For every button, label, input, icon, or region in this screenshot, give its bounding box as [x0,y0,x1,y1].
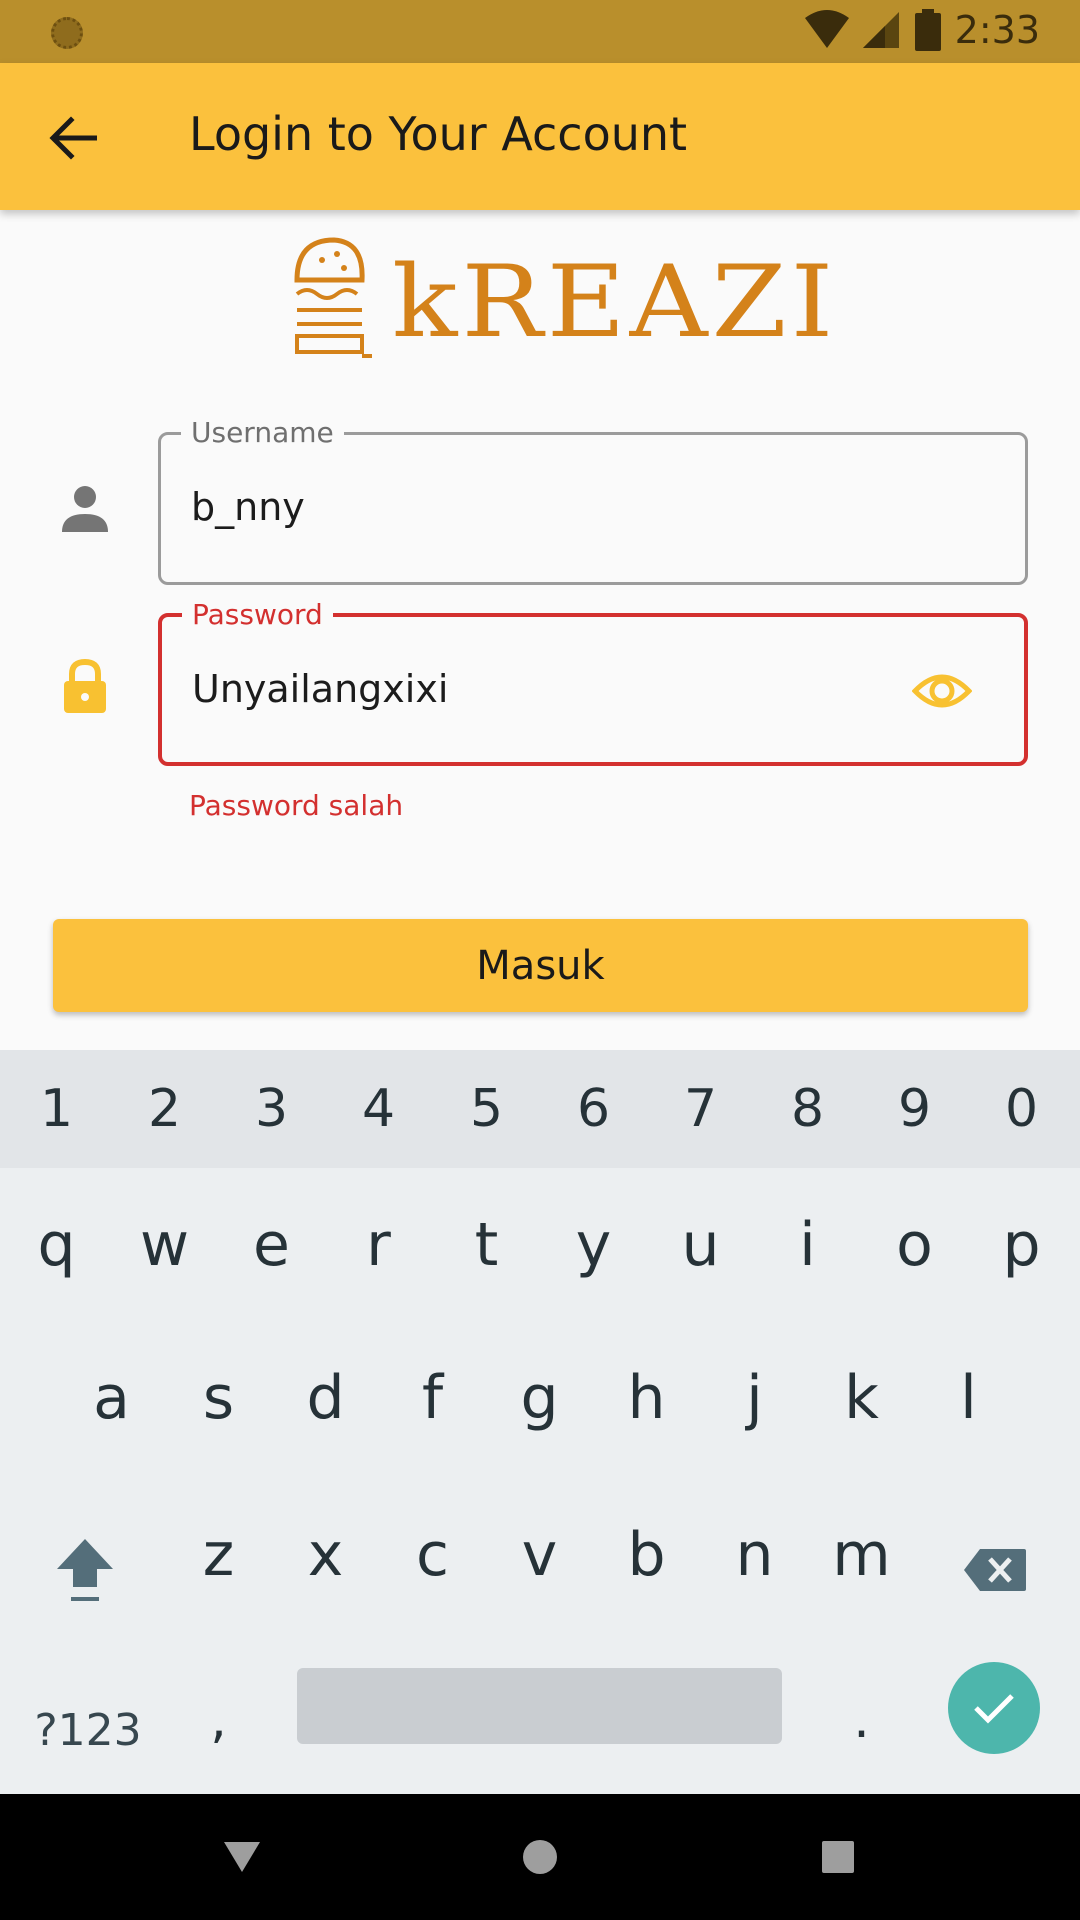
key-d[interactable]: d [272,1333,379,1463]
notification-icon [51,17,83,49]
key-v[interactable]: v [486,1490,593,1620]
nav-back-button[interactable] [209,1824,275,1890]
shift-icon [57,1539,113,1601]
username-input[interactable]: b_nny [191,485,305,529]
nav-home-button[interactable] [507,1824,573,1890]
nav-back-icon [224,1842,260,1872]
key-r[interactable]: r [325,1180,432,1310]
key-s[interactable]: s [165,1333,272,1463]
navigation-bar [0,1794,1080,1920]
key-o[interactable]: o [861,1180,968,1310]
enter-key[interactable] [948,1662,1040,1754]
key-i[interactable]: i [754,1180,861,1310]
app-logo: kREAZI [292,232,833,367]
key-g[interactable]: g [486,1333,593,1463]
password-field[interactable]: Password Unyailangxixi [158,600,1028,766]
key-7[interactable]: 7 [647,1050,754,1168]
nav-recents-button[interactable] [805,1824,871,1890]
key-5[interactable]: 5 [433,1050,540,1168]
nav-home-icon [523,1840,557,1874]
key-0[interactable]: 0 [968,1050,1075,1168]
lock-icon [58,659,112,714]
status-bar: 2:33 [0,0,1080,63]
key-j[interactable]: j [701,1333,808,1463]
status-icons: 2:33 [804,8,1040,52]
key-9[interactable]: 9 [861,1050,968,1168]
backspace-icon [964,1549,1026,1591]
person-icon [58,482,112,536]
username-field[interactable]: Username b_nny [158,418,1028,585]
signal-icon [862,12,899,48]
key-2[interactable]: 2 [111,1050,218,1168]
symbols-key[interactable]: ?123 [18,1670,158,1790]
key-k[interactable]: k [808,1333,915,1463]
key-b[interactable]: b [593,1490,700,1620]
key-m[interactable]: m [808,1490,915,1620]
key-u[interactable]: u [647,1180,754,1310]
number-row: 1 2 3 4 5 6 7 8 9 0 [0,1050,1080,1168]
key-h[interactable]: h [593,1333,700,1463]
username-label: Username [181,418,344,448]
key-1[interactable]: 1 [3,1050,110,1168]
wifi-icon [804,10,849,48]
burger-icon [294,237,372,358]
logo-text: kREAZI [392,245,838,360]
app-bar: Login to Your Account [0,63,1080,210]
back-button[interactable] [38,103,108,173]
shift-key[interactable] [30,1510,140,1630]
key-3[interactable]: 3 [218,1050,325,1168]
key-z[interactable]: z [165,1490,272,1620]
login-button[interactable]: Masuk [53,919,1028,1012]
nav-recents-icon [822,1841,854,1873]
toggle-password-visibility-button[interactable] [910,659,974,723]
period-key[interactable]: . [808,1660,915,1780]
password-label: Password [182,600,333,630]
key-l[interactable]: l [915,1333,1022,1463]
key-a[interactable]: a [58,1333,165,1463]
check-icon [974,1694,1014,1724]
page-title: Login to Your Account [189,107,688,161]
soft-keyboard: 1 2 3 4 5 6 7 8 9 0 q w e r t y u i o p … [0,1050,1080,1794]
key-p[interactable]: p [968,1180,1075,1310]
key-c[interactable]: c [379,1490,486,1620]
eye-icon [912,674,972,708]
key-e[interactable]: e [218,1180,325,1310]
space-key[interactable] [297,1668,782,1744]
key-q[interactable]: q [3,1180,110,1310]
key-6[interactable]: 6 [540,1050,647,1168]
key-x[interactable]: x [272,1490,379,1620]
key-t[interactable]: t [433,1180,540,1310]
status-time: 2:33 [954,8,1040,52]
backspace-key[interactable] [940,1510,1050,1630]
password-error: Password salah [189,789,404,822]
key-4[interactable]: 4 [325,1050,432,1168]
key-8[interactable]: 8 [754,1050,861,1168]
key-y[interactable]: y [540,1180,647,1310]
battery-icon [914,9,941,51]
arrow-back-icon [49,116,97,160]
key-n[interactable]: n [701,1490,808,1620]
key-w[interactable]: w [111,1180,218,1310]
password-input[interactable]: Unyailangxixi [192,667,448,711]
key-f[interactable]: f [379,1333,486,1463]
comma-key[interactable]: , [165,1660,272,1780]
